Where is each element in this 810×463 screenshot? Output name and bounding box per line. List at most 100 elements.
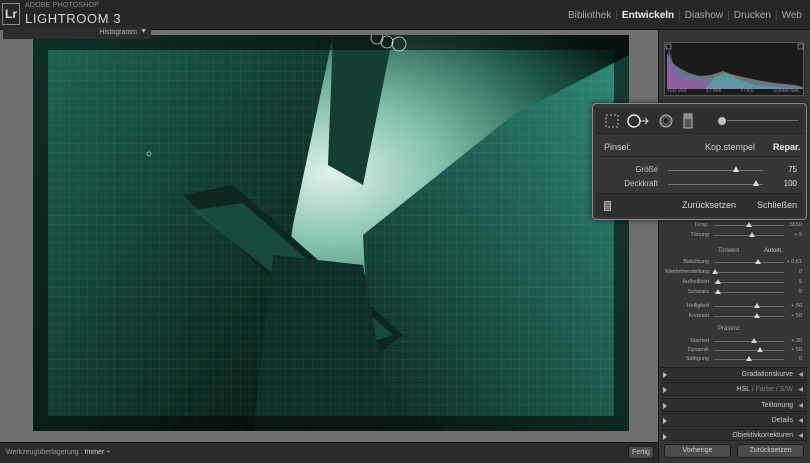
- histogram-header[interactable]: Histogramm ▼: [3, 27, 151, 39]
- expand-arrow-icon[interactable]: ◀: [798, 402, 803, 409]
- expand-arrow-icon[interactable]: ◀: [798, 417, 803, 424]
- slider-knob[interactable]: [752, 180, 759, 186]
- collapse-arrow-icon[interactable]: ▼: [140, 28, 147, 35]
- slider-knob[interactable]: [715, 289, 721, 294]
- slider-knob[interactable]: [712, 269, 718, 274]
- tab-hsl[interactable]: HSL: [736, 386, 749, 393]
- done-button[interactable]: Fertig: [628, 446, 654, 459]
- panel-switch-icon[interactable]: [663, 434, 667, 440]
- saturation-value[interactable]: 0: [799, 356, 802, 362]
- tool-overlay-label: Werkzeugüberlagerung :: [6, 449, 83, 456]
- popup-reset-button[interactable]: Zurücksetzen: [682, 200, 736, 210]
- histogram: ISO 200 17 mm f / 8,0 1/1000 Sek.: [664, 42, 804, 96]
- slider-knob[interactable]: [757, 347, 763, 352]
- tint-value[interactable]: + 9: [794, 232, 802, 238]
- module-slideshow[interactable]: Diashow: [681, 10, 727, 21]
- detail-section-header[interactable]: Details ◀: [661, 413, 807, 427]
- panel-switch-icon[interactable]: [663, 372, 667, 378]
- slider-knob[interactable]: [751, 338, 757, 343]
- tone-label: Tonwert: [718, 248, 740, 254]
- clarity-slider[interactable]: Klarheit + 30: [664, 337, 804, 346]
- slider-track: [714, 262, 784, 263]
- slider-knob[interactable]: [754, 303, 760, 308]
- contrast-label: Kontrast: [688, 313, 709, 319]
- expand-arrow-icon[interactable]: ◀: [798, 371, 803, 378]
- slider-knob[interactable]: [715, 279, 721, 284]
- clone-mode-button[interactable]: Kop.stempel: [705, 142, 755, 152]
- exposure-slider[interactable]: Belichtung + 0,61: [664, 258, 804, 267]
- reset-button[interactable]: Zurücksetzen: [737, 444, 804, 458]
- opacity-value[interactable]: 100: [784, 179, 797, 188]
- tint-slider[interactable]: Tönung + 9: [664, 231, 804, 240]
- split-toning-section-header[interactable]: Teiltonung ◀: [661, 398, 807, 412]
- tool-toggle-switch[interactable]: [604, 201, 611, 211]
- clarity-value[interactable]: + 30: [791, 338, 802, 344]
- graduated-filter-icon[interactable]: [680, 113, 696, 129]
- tone-curve-section-header[interactable]: Gradationskurve ◀: [661, 367, 807, 381]
- brightness-label: Helligkeit: [686, 303, 709, 309]
- slider-knob[interactable]: [746, 356, 752, 361]
- title-bar: Lr ADOBE PHOTOSHOP LIGHTROOM 3 Bibliothe…: [0, 0, 810, 30]
- slider-knob[interactable]: [749, 232, 755, 237]
- panel-switch-icon[interactable]: [663, 403, 667, 409]
- adjustment-brush-tool-icon[interactable]: [717, 116, 727, 126]
- brush-size-slider[interactable]: Größe 75: [593, 164, 808, 176]
- fill-light-slider[interactable]: Aufhelllicht 5: [664, 278, 804, 287]
- spot-removal-tool-icon[interactable]: [626, 113, 652, 129]
- red-eye-tool-icon[interactable]: [658, 113, 674, 129]
- histogram-title: Histogramm: [99, 29, 137, 36]
- temperature-label: Temp.: [694, 222, 709, 228]
- slider-knob[interactable]: [754, 313, 760, 318]
- contrast-slider[interactable]: Kontrast + 50: [664, 312, 804, 321]
- tab-color[interactable]: Farbe: [756, 386, 774, 393]
- temperature-value[interactable]: 5550: [790, 222, 802, 228]
- previous-button[interactable]: Vorherige: [664, 444, 731, 458]
- tool-overlay-select[interactable]: Immer ÷: [84, 449, 110, 456]
- vibrance-value[interactable]: + 50: [791, 347, 802, 353]
- popup-close-button[interactable]: Schließen: [757, 200, 797, 210]
- exposure-value[interactable]: + 0,61: [787, 259, 802, 265]
- blacks-slider[interactable]: Schwarz 5: [664, 288, 804, 297]
- brightness-slider[interactable]: Helligkeit + 50: [664, 302, 804, 311]
- saturation-slider[interactable]: Sättigung 0: [664, 355, 804, 364]
- opacity-slider[interactable]: Deckkraft 100: [593, 178, 808, 190]
- expand-arrow-icon[interactable]: ◀: [798, 386, 803, 393]
- module-print[interactable]: Drucken: [730, 10, 775, 21]
- brightness-value[interactable]: + 50: [791, 303, 802, 309]
- heal-mode-button[interactable]: Repar.: [773, 142, 801, 152]
- temperature-slider[interactable]: Temp. 5550: [664, 221, 804, 230]
- blacks-value[interactable]: 5: [799, 289, 802, 295]
- focal-length-value: 17 mm: [706, 88, 722, 94]
- slider-knob[interactable]: [755, 259, 761, 264]
- module-library[interactable]: Bibliothek: [564, 10, 615, 21]
- slider-knob[interactable]: [732, 166, 739, 172]
- lightroom-logo: Lr: [2, 3, 20, 25]
- auto-tone-button[interactable]: Autom.: [764, 248, 783, 254]
- tint-label: Tönung: [690, 232, 709, 238]
- hsl-section-header[interactable]: HSL / Farbe / S/W ◀: [661, 382, 807, 396]
- recovery-value[interactable]: 0: [799, 269, 802, 275]
- crop-tool-icon[interactable]: [604, 113, 620, 129]
- lens-corrections-section-header[interactable]: Objektivkorrekturen ◀: [661, 429, 807, 441]
- slider-track: [714, 282, 784, 283]
- brand-title: LIGHTROOM 3: [25, 11, 122, 26]
- expand-arrow-icon[interactable]: ◀: [798, 432, 803, 439]
- popup-footer: Zurücksetzen Schließen: [596, 193, 803, 217]
- exposure-label: Belichtung: [683, 259, 709, 265]
- brush-size-value[interactable]: 75: [788, 165, 797, 174]
- panel-switch-icon[interactable]: [663, 387, 667, 393]
- vibrance-slider[interactable]: Dynamik + 50: [664, 346, 804, 355]
- recovery-label: Wiederherstellung: [664, 269, 709, 275]
- tool-overlay-control[interactable]: Werkzeugüberlagerung : Immer ÷: [6, 449, 110, 456]
- slider-track: [668, 184, 763, 185]
- module-web[interactable]: Web: [778, 10, 806, 21]
- tab-bw[interactable]: S/W: [780, 386, 793, 393]
- contrast-value[interactable]: + 50: [791, 313, 802, 319]
- slider-knob[interactable]: [746, 222, 752, 227]
- slider-track: [714, 292, 784, 293]
- module-develop[interactable]: Entwickeln: [618, 10, 678, 21]
- recovery-slider[interactable]: Wiederherstellung 0: [664, 268, 804, 277]
- photo-preview[interactable]: [33, 35, 629, 431]
- fill-light-value[interactable]: 5: [799, 279, 802, 285]
- panel-switch-icon[interactable]: [663, 418, 667, 424]
